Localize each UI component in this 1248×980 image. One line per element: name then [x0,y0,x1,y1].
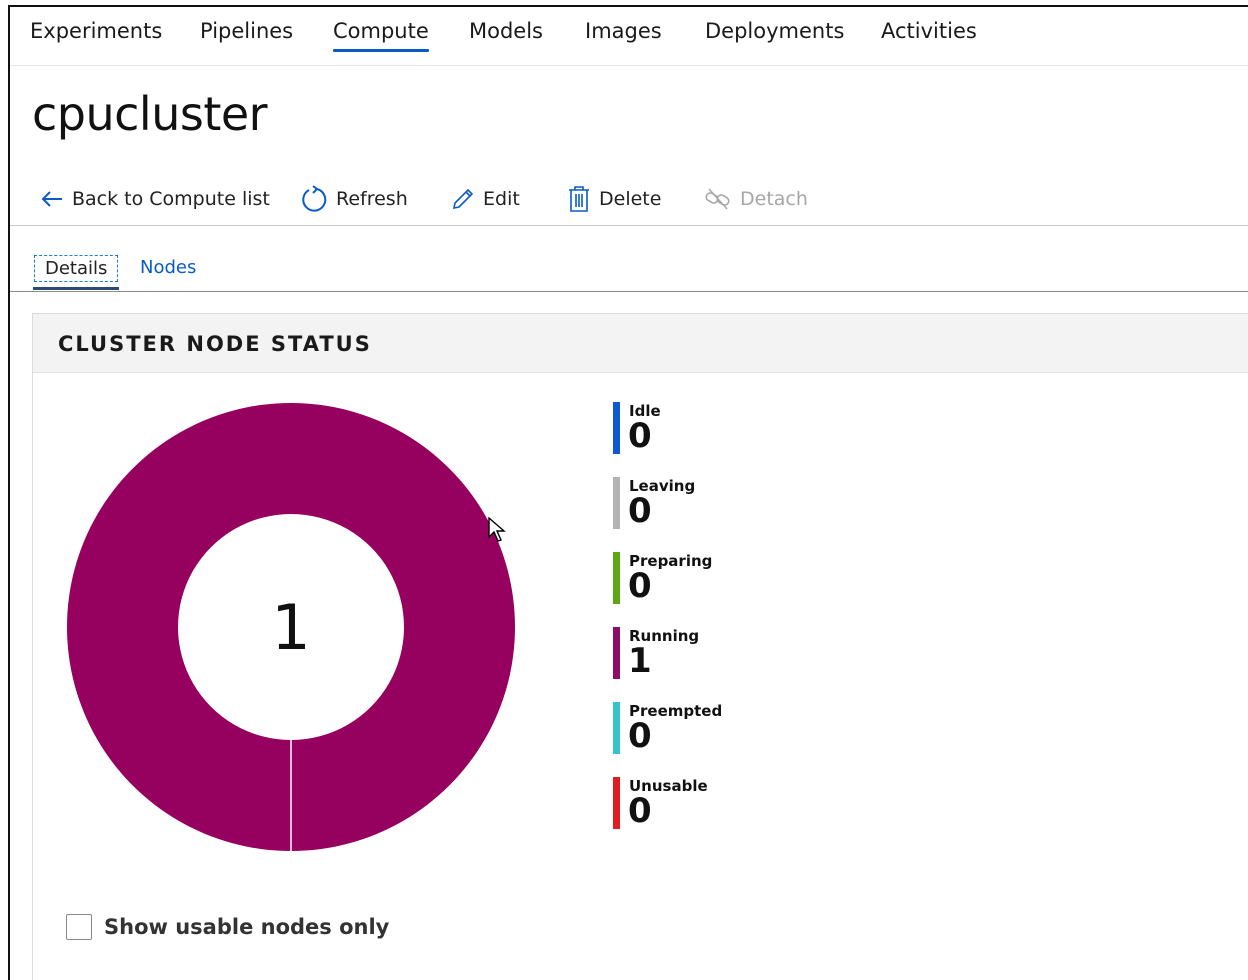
panel-title: CLUSTER NODE STATUS [58,332,372,356]
refresh-button[interactable]: Refresh [300,183,408,215]
show-usable-toggle[interactable]: Show usable nodes only [66,914,389,940]
app-frame: Experiments Pipelines Compute Models Ima… [8,5,1248,980]
pencil-icon [452,188,474,210]
legend-value: 0 [628,791,652,831]
legend-item-running: Running 1 [613,627,699,679]
node-status-legend: Idle 0 Leaving 0 Preparing 0 Running 1 Preempted… [613,402,722,852]
refresh-icon [302,185,327,212]
legend-value: 0 [628,416,652,456]
legend-item-preempted: Preempted 0 [613,702,722,754]
legend-color-bar [613,627,620,679]
legend-item-idle: Idle 0 [613,402,661,454]
detach-button[interactable]: Detach [704,183,808,215]
detach-label: Detach [740,188,808,210]
mouse-cursor-icon [488,517,506,542]
tab-strip: Details Nodes [10,251,1248,292]
legend-value: 1 [628,641,652,681]
unlink-icon [705,188,730,210]
command-bar: Back to Compute list Refresh Edit Delete [10,177,1248,226]
legend-item-preparing: Preparing 0 [613,552,712,604]
legend-color-bar [613,702,620,754]
node-status-donut-chart: 1 [66,402,516,852]
back-button[interactable]: Back to Compute list [40,183,270,215]
refresh-label: Refresh [336,188,408,210]
nav-pipelines[interactable]: Pipelines [200,19,293,43]
top-navigation: Experiments Pipelines Compute Models Ima… [10,7,1248,66]
page-title: cpucluster [32,87,268,141]
nav-compute[interactable]: Compute [333,19,429,52]
show-usable-checkbox[interactable] [66,914,92,940]
edit-label: Edit [483,188,520,210]
back-label: Back to Compute list [72,188,270,210]
nav-images[interactable]: Images [585,19,662,43]
delete-label: Delete [599,188,662,210]
tab-nodes[interactable]: Nodes [130,255,206,280]
trash-icon [569,186,589,212]
legend-item-leaving: Leaving 0 [613,477,695,529]
cluster-status-panel: CLUSTER NODE STATUS 1 Idle 0 Leaving 0 Prepa… [32,313,1248,980]
nav-deployments[interactable]: Deployments [705,19,844,43]
legend-color-bar [613,477,620,529]
delete-button[interactable]: Delete [567,183,661,215]
tab-details[interactable]: Details [32,255,120,290]
legend-color-bar [613,777,620,829]
show-usable-label: Show usable nodes only [104,915,390,939]
arrow-left-icon [41,191,62,207]
legend-value: 0 [628,716,652,756]
legend-color-bar [613,552,620,604]
nav-activities[interactable]: Activities [881,19,977,43]
legend-color-bar [613,402,620,454]
nav-experiments[interactable]: Experiments [30,19,162,43]
nav-models[interactable]: Models [469,19,543,43]
donut-svg [66,403,515,851]
legend-value: 0 [628,566,652,606]
edit-button[interactable]: Edit [451,183,520,215]
legend-value: 0 [628,491,652,531]
panel-header: CLUSTER NODE STATUS [33,314,1248,373]
legend-item-unusable: Unusable 0 [613,777,708,829]
